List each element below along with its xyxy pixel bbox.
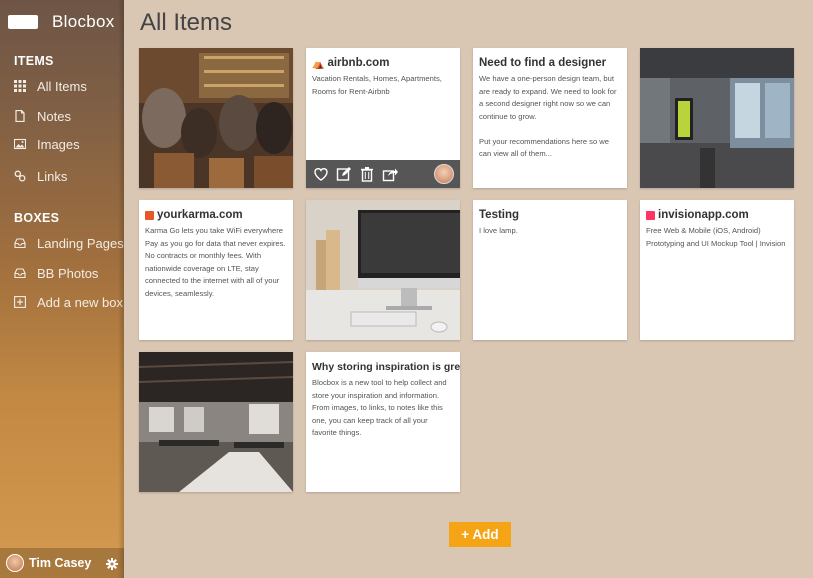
- avatar[interactable]: [6, 554, 24, 572]
- image-card[interactable]: [139, 352, 293, 492]
- plus-square-icon: [14, 296, 26, 308]
- grid-icon: [14, 80, 26, 92]
- open-office-photo: [139, 352, 293, 492]
- inbox-icon: [14, 237, 26, 249]
- link-card-invisionapp[interactable]: invisionapp.com Free Web & Mobile (iOS, …: [640, 200, 794, 340]
- note-icon: [14, 110, 26, 122]
- sidebar-item-label: Links: [37, 168, 68, 184]
- sidebar-item-label: Notes: [37, 108, 71, 124]
- note-card-testing[interactable]: Testing I love lamp.: [473, 200, 627, 340]
- gear-icon[interactable]: [106, 557, 118, 570]
- user-footer: Tim Casey: [0, 548, 124, 578]
- link-card-airbnb[interactable]: ⛺ airbnb.com Vacation Rentals, Homes, Ap…: [306, 48, 460, 188]
- bar-photo: [139, 48, 293, 188]
- sidebar-item-all-items[interactable]: All Items: [14, 77, 87, 95]
- invision-favicon-icon: [646, 210, 655, 220]
- image-icon: [14, 138, 26, 150]
- link-icon: [14, 170, 26, 182]
- image-card[interactable]: [306, 200, 460, 340]
- blocbox-logo: [8, 15, 38, 29]
- sidebar-item-notes[interactable]: Notes: [14, 107, 71, 125]
- link-card-yourkarma[interactable]: yourkarma.com Karma Go lets you take WiF…: [139, 200, 293, 340]
- card-body: Free Web & Mobile (iOS, Android) Prototy…: [646, 226, 786, 248]
- card-title[interactable]: Need to find a designer: [479, 57, 606, 69]
- card-body: I love lamp.: [479, 226, 518, 235]
- note-card-designer[interactable]: Need to find a designer We have a one-pe…: [473, 48, 627, 188]
- share-icon[interactable]: [381, 165, 399, 183]
- karma-favicon-icon: [145, 210, 154, 220]
- items-section-title: ITEMS: [14, 54, 54, 68]
- brand[interactable]: Blocbox: [8, 12, 115, 32]
- app-name: Blocbox: [52, 12, 115, 31]
- airbnb-logo-icon: ⛺: [312, 58, 325, 70]
- office-hallway-photo: [640, 48, 794, 188]
- note-card-inspiration[interactable]: Why storing inspiration is great Blocbox…: [306, 352, 460, 492]
- card-title[interactable]: Why storing inspiration is great: [312, 361, 460, 373]
- sidebar-box-label: Landing Pages: [37, 235, 124, 251]
- desk-computer-photo: [306, 200, 460, 340]
- sidebar-box-label: BB Photos: [37, 265, 99, 281]
- sidebar-item-label: Images: [37, 136, 80, 152]
- card-body: Karma Go lets you take WiFi everywhere P…: [145, 226, 288, 298]
- sidebar-box-label: Add a new box: [37, 294, 124, 310]
- trash-icon[interactable]: [358, 165, 376, 183]
- boxes-section-title: BOXES: [14, 211, 60, 225]
- inbox-icon: [14, 267, 26, 279]
- card-body: We have a one-person design team, but ar…: [479, 74, 617, 158]
- card-title[interactable]: Testing: [479, 209, 519, 221]
- add-button[interactable]: + Add: [449, 522, 511, 547]
- add-new-box-button[interactable]: Add a new box: [14, 293, 123, 311]
- card-title[interactable]: invisionapp.com: [646, 209, 749, 221]
- card-body: Blocbox is a new tool to help collect an…: [312, 378, 449, 437]
- card-action-bar: [306, 160, 460, 188]
- sidebar-box-bb-photos[interactable]: BB Photos: [14, 264, 98, 282]
- image-card[interactable]: [139, 48, 293, 188]
- avatar[interactable]: [434, 164, 454, 184]
- card-title[interactable]: yourkarma.com: [145, 209, 243, 221]
- card-title[interactable]: ⛺ airbnb.com: [312, 57, 389, 70]
- sidebar: Blocbox ITEMS All Items Notes Images Lin…: [0, 0, 124, 578]
- edit-icon[interactable]: [335, 165, 353, 183]
- image-card[interactable]: [640, 48, 794, 188]
- heart-icon[interactable]: [312, 165, 330, 183]
- user-name[interactable]: Tim Casey: [29, 556, 91, 570]
- card-body: Vacation Rentals, Homes, Apartments, Roo…: [312, 74, 444, 96]
- page-title: All Items: [140, 9, 233, 36]
- sidebar-item-images[interactable]: Images: [14, 135, 80, 153]
- sidebar-box-landing-pages[interactable]: Landing Pages: [14, 234, 124, 252]
- sidebar-item-links[interactable]: Links: [14, 167, 67, 185]
- sidebar-item-label: All Items: [37, 78, 87, 94]
